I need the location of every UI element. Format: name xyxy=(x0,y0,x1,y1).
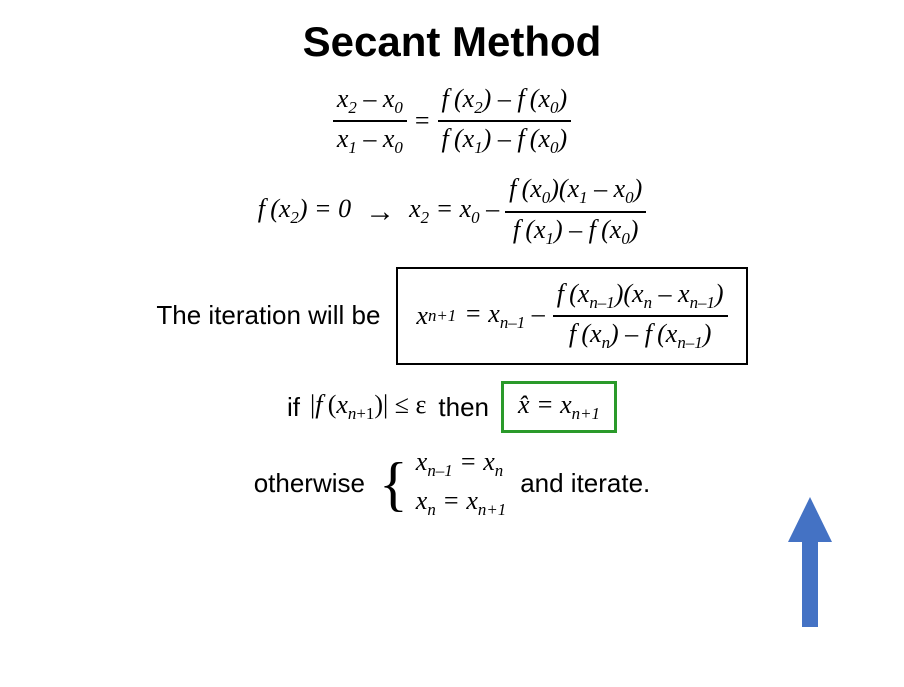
formula-2-lhs: f (x2) = 0 xyxy=(258,194,351,228)
frac-lhs-den: x1 – x0 xyxy=(333,122,407,158)
brace-lines: xn–1 = xn xn = xn+1 xyxy=(416,447,506,519)
brace-system: { xn–1 = xn xn = xn+1 xyxy=(379,447,506,519)
formula-2-rhs-frac: f (x0)(x1 – x0) f (x1) – f (x0) xyxy=(505,174,646,248)
formula-2: f (x2) = 0 → x2 = x0 – f (x0)(x1 – x0) f… xyxy=(258,174,646,248)
formula-1-rhs: f (x2) – f (x0) f (x1) – f (x0) xyxy=(438,84,572,158)
left-brace-icon: { xyxy=(379,454,408,514)
page: Secant Method x2 – x0 x1 – x0 = f (x2) –… xyxy=(0,0,904,687)
brace-line-1: xn–1 = xn xyxy=(416,447,506,481)
blue-arrow-icon xyxy=(788,497,832,627)
abs-expr: |f (xn+1)| ≤ ε xyxy=(310,390,426,424)
and-iterate-label: and iterate. xyxy=(520,468,650,499)
frac-rhs: f (x2) – f (x0) f (x1) – f (x0) xyxy=(438,84,572,158)
arrow-symbol: → xyxy=(365,195,395,229)
frac-iter: f (xn–1)(xn – xn–1) f (xn) – f (xn–1) xyxy=(553,279,728,353)
iteration-label: The iteration will be xyxy=(156,300,380,331)
otherwise-row: otherwise { xn–1 = xn xn = xn+1 and iter… xyxy=(254,447,651,519)
brace-line-2: xn = xn+1 xyxy=(416,486,506,520)
frac-iter-num: f (xn–1)(xn – xn–1) xyxy=(553,279,728,317)
green-box-result: x̂ = xn+1 xyxy=(501,381,617,433)
equals-sign-1: = xyxy=(415,106,430,136)
otherwise-label: otherwise xyxy=(254,468,365,499)
page-title: Secant Method xyxy=(303,18,602,66)
if-label: if xyxy=(287,392,300,423)
iteration-box: xn+1 = xn–1 – f (xn–1)(xn – xn–1) f (xn)… xyxy=(396,267,747,365)
if-row: if |f (xn+1)| ≤ ε then x̂ = xn+1 xyxy=(287,381,617,433)
frac-rhs-den: f (x1) – f (x0) xyxy=(438,122,572,158)
frac-2: f (x0)(x1 – x0) f (x1) – f (x0) xyxy=(505,174,646,248)
formula-2-rhs-prefix: x2 = x0 – xyxy=(409,194,499,228)
iteration-row: The iteration will be xn+1 = xn–1 – f (x… xyxy=(156,267,747,365)
frac-2-num: f (x0)(x1 – x0) xyxy=(505,174,646,212)
frac-2-den: f (x1) – f (x0) xyxy=(509,213,643,249)
frac-lhs: x2 – x0 x1 – x0 xyxy=(333,84,407,158)
frac-iter-den: f (xn) – f (xn–1) xyxy=(565,317,715,353)
then-label: then xyxy=(438,392,489,423)
frac-lhs-num: x2 – x0 xyxy=(333,84,407,122)
frac-rhs-num: f (x2) – f (x0) xyxy=(438,84,572,122)
formula-1: x2 – x0 x1 – x0 = f (x2) – f (x0) f (x1)… xyxy=(333,84,571,158)
formula-1-lhs: x2 – x0 x1 – x0 xyxy=(333,84,407,158)
